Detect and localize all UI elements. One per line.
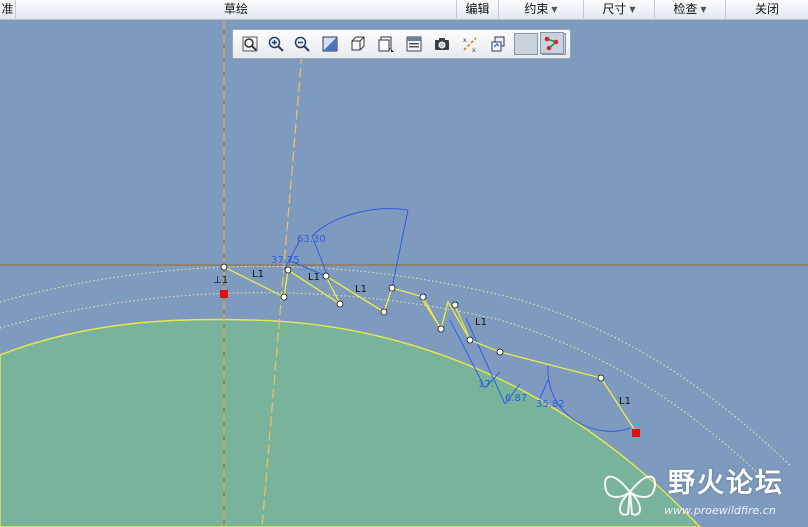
sketch-canvas[interactable]: 63.30 37.75 17. 6.87 35.82 ⊥1 L1 L1 L1 L… [0,20,808,527]
camera-icon [435,38,449,50]
vertex-display-button[interactable] [540,32,564,54]
menu-close-label: 关闭 [754,2,779,16]
menu-inspect-label: 检查 [673,2,698,16]
end-point-marker[interactable] [632,429,640,437]
menu-inspect[interactable]: 检查 ▼ [655,0,726,20]
dimension-label[interactable]: 6.87 [505,393,527,404]
perpendicular-constraint-label: ⊥1 [213,275,228,286]
dimension-label[interactable]: 17. [478,379,494,390]
watermark-title: 野火论坛 [668,468,784,499]
display-style-button[interactable] [346,33,370,55]
svg-text:x: x [472,47,476,53]
menu-edit-label: 编辑 [465,2,490,16]
zoom-out-icon [294,36,310,52]
vertex-display-icon [544,36,559,51]
sketch-segment [422,296,442,330]
datum-display-icon: xx [463,37,477,53]
view-refit-icon [322,36,338,52]
menu-dimension-label: 尺寸 [602,2,627,16]
butterfly-logo-icon [604,475,656,516]
zoom-fit-button[interactable] [238,33,262,55]
zoom-in-button[interactable] [264,33,288,55]
menu-sketch-label: 草绘 [223,2,248,16]
saved-views-button[interactable] [374,33,398,55]
surface-region [0,318,701,527]
datum-display-button[interactable]: xx [458,33,482,55]
watermark-url: www.proewildfire.cn [664,504,776,517]
start-point-marker[interactable] [220,290,228,298]
dimension-label[interactable]: 37.75 [271,255,300,266]
view-manager-button[interactable] [402,33,426,55]
zoom-fit-icon [242,36,258,52]
chevron-down-icon: ▼ [629,5,636,14]
menu-constraint[interactable]: 约束 ▼ [499,0,584,20]
saved-views-icon [378,36,394,52]
annotation-display-button[interactable] [486,33,510,55]
annotation-display-icon [491,36,505,52]
display-style-icon [351,36,365,51]
view-refit-button[interactable] [318,33,342,55]
menu-edit[interactable]: 编辑 [457,0,499,20]
menu-constraint-label: 约束 [524,2,549,16]
constraint-label: L1 [308,272,320,283]
zoom-out-button[interactable] [290,33,314,55]
chevron-down-icon: ▼ [551,5,558,14]
zoom-in-icon [268,36,284,52]
view-manager-icon [406,36,422,52]
dimension-label[interactable]: 35.82 [536,399,565,410]
menu-sketch[interactable]: 草绘 [16,0,457,20]
constraint-label: L1 [355,284,367,295]
menu-close[interactable]: 关闭 [726,0,808,20]
menu-datum-label: 准 [1,2,14,16]
constraint-label: L1 [619,396,631,407]
menu-dimension[interactable]: 尺寸 ▼ [584,0,655,20]
view-toolbar: xx [232,29,571,59]
menu-datum[interactable]: 准 [0,0,16,20]
constraint-label: L1 [252,269,264,280]
dimension-label[interactable]: 63.30 [297,234,326,245]
forum-watermark: 野火论坛 www.proewildfire.cn [598,458,803,524]
constraint-label: L1 [475,317,487,328]
menu-bar: 准 草绘 编辑 约束 ▼ 尺寸 ▼ 检查 ▼ 关闭 [0,0,808,20]
chevron-down-icon: ▼ [700,5,707,14]
camera-button[interactable] [430,33,454,55]
svg-text:x: x [463,37,467,44]
